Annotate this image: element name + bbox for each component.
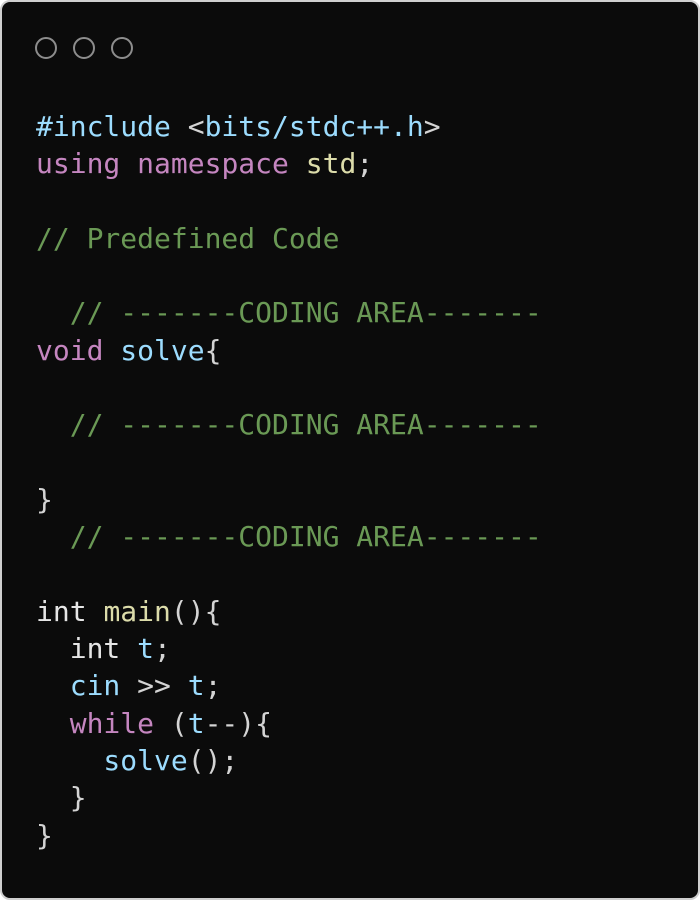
code-token: void — [36, 333, 121, 367]
code-token: solve — [120, 333, 205, 367]
code-line: // -------CODING AREA------- — [36, 518, 542, 555]
code-token: namespace — [137, 147, 306, 181]
code-token: while — [36, 706, 171, 740]
code-token: bits/stdc++.h — [204, 110, 424, 143]
code-token: // -------CODING AREA------- — [36, 520, 542, 554]
code-line: int t; — [36, 630, 542, 667]
code-line: int main(){ — [36, 593, 542, 630]
code-line: using namespace std; — [36, 145, 542, 182]
code-token: < — [187, 110, 205, 143]
code-token: ; — [356, 147, 374, 181]
code-token: --){ — [204, 706, 273, 740]
code-line: } — [36, 817, 542, 854]
code-token: (){ — [170, 594, 222, 628]
code-token: main — [103, 594, 171, 628]
code-line: // Predefined Code — [36, 220, 542, 257]
code-token: } — [36, 482, 53, 516]
code-line: while (t--){ — [36, 705, 542, 742]
code-token: { — [204, 333, 222, 367]
minimize-circle-icon[interactable] — [73, 37, 95, 59]
code-line: solve(); — [36, 742, 542, 779]
code-token: ( — [170, 706, 188, 740]
code-token: // Predefined Code — [36, 221, 340, 255]
code-token: > — [423, 110, 441, 143]
code-token: int — [36, 632, 138, 666]
code-window: #include <bits/stdc++.h> using namespace … — [0, 0, 700, 900]
code-token: // -------CODING AREA------- — [36, 408, 542, 442]
window-controls — [35, 37, 133, 63]
code-token: using — [36, 147, 138, 181]
code-block[interactable]: #include <bits/stdc++.h> using namespace … — [36, 108, 542, 854]
code-line: } — [36, 779, 542, 816]
code-line: void solve{ — [36, 332, 542, 369]
code-token: } — [36, 781, 87, 815]
code-token: t — [137, 632, 155, 666]
code-token: } — [36, 818, 53, 852]
code-token: >> — [120, 669, 188, 703]
code-token: solve — [36, 744, 188, 778]
code-line: } — [36, 481, 542, 518]
code-token: // -------CODING AREA------- — [36, 296, 542, 330]
code-token: ; — [154, 632, 171, 666]
code-line: // -------CODING AREA------- — [36, 294, 542, 331]
code-line: #include <bits/stdc++.h> — [36, 108, 542, 145]
code-line: cin >> t; — [36, 667, 542, 704]
code-token: ; — [204, 669, 222, 703]
maximize-circle-icon[interactable] — [111, 37, 133, 59]
code-line: // -------CODING AREA------- — [36, 406, 542, 443]
code-token: t — [187, 706, 205, 740]
code-token: std — [305, 147, 357, 181]
code-token: #include — [36, 110, 188, 143]
code-token: t — [187, 669, 205, 703]
code-token: cin — [36, 669, 121, 703]
code-token: int — [36, 594, 104, 628]
close-circle-icon[interactable] — [35, 37, 57, 59]
code-token: (); — [187, 744, 239, 778]
